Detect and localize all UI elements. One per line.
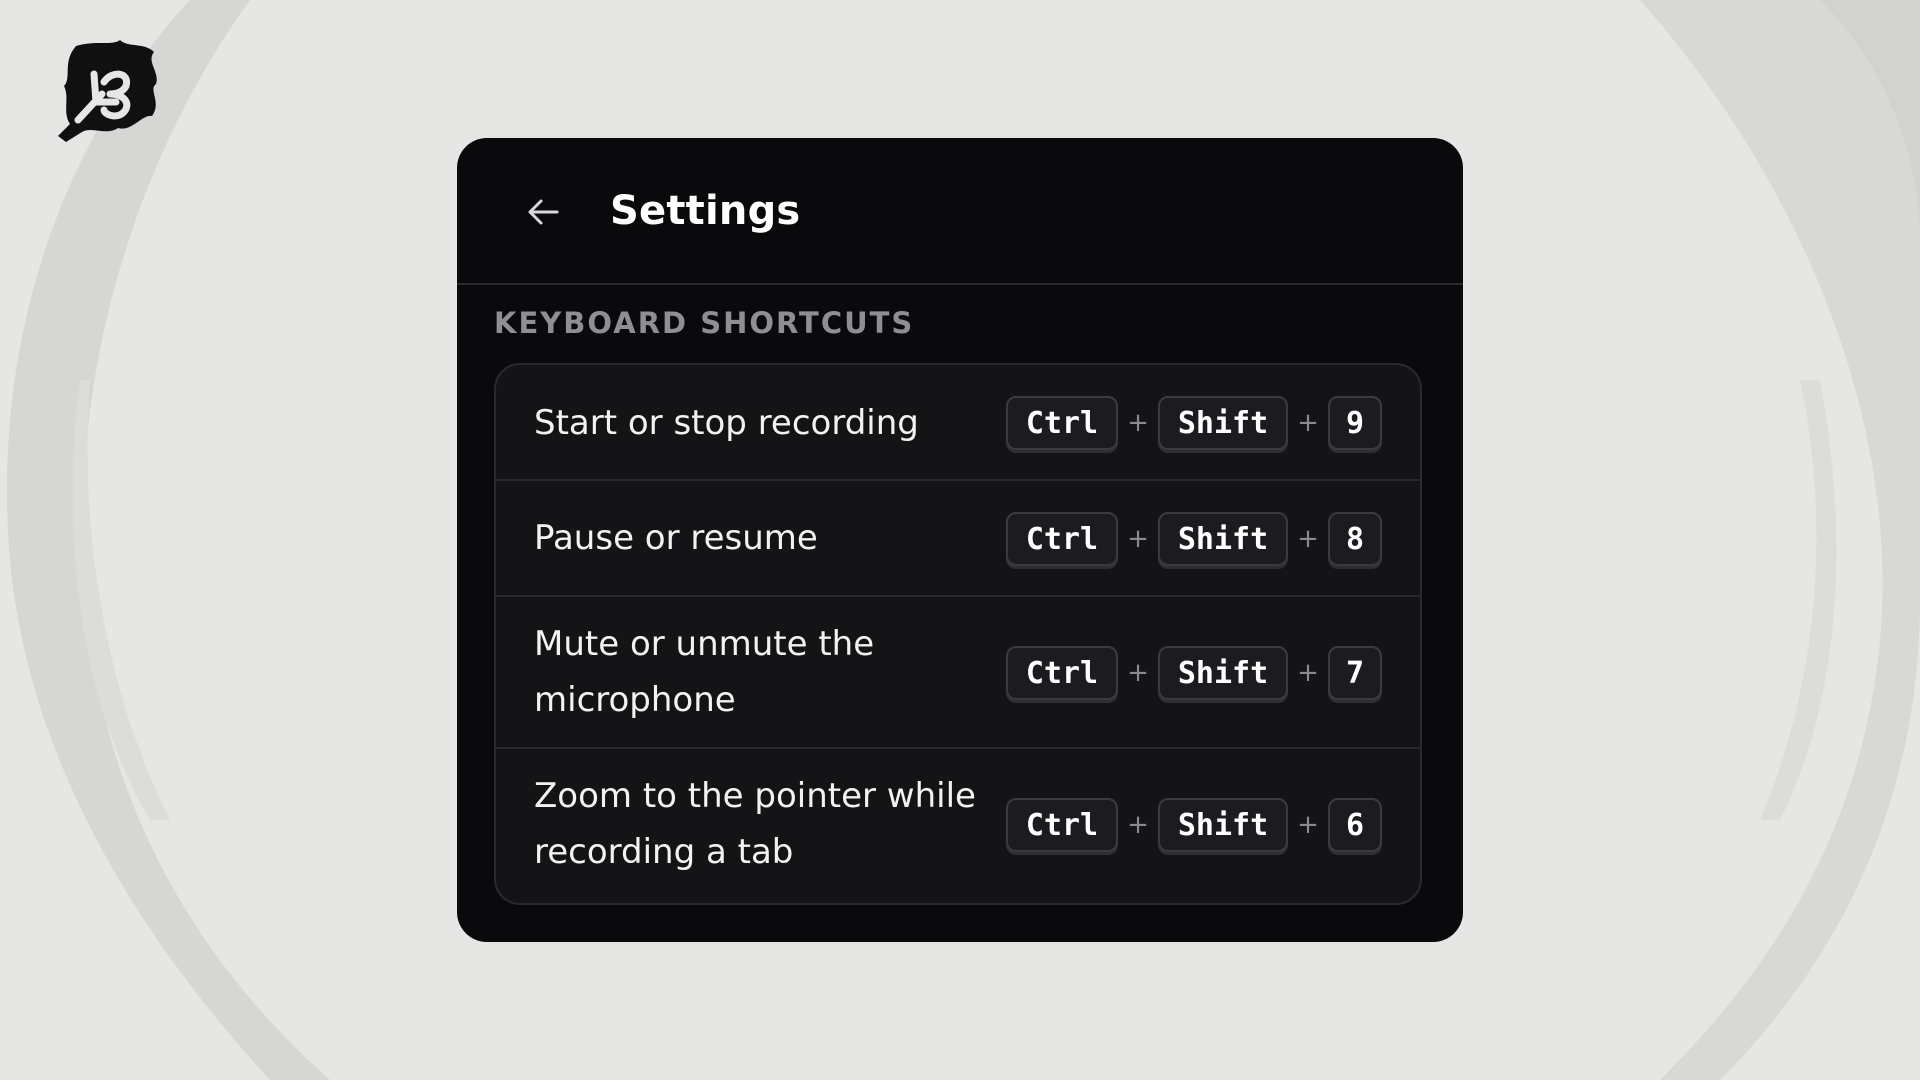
key-ctrl: Ctrl (1006, 512, 1118, 566)
key-separator: + (1297, 658, 1319, 688)
leaf-logo-icon (58, 40, 157, 142)
key-separator: + (1127, 524, 1149, 554)
key-combo[interactable]: Ctrl + Shift + 9 (1006, 393, 1396, 453)
shortcut-row: Zoom to the pointer while recording a ta… (496, 749, 1420, 903)
key-shift: Shift (1158, 646, 1288, 700)
shortcut-label: Zoom to the pointer while recording a ta… (534, 776, 976, 872)
key-digit: 9 (1328, 396, 1382, 450)
key-digit: 6 (1328, 798, 1382, 852)
arrow-left-icon (528, 199, 559, 225)
key-shift: Shift (1158, 798, 1288, 852)
key-combo[interactable]: Ctrl + Shift + 8 (1006, 509, 1396, 569)
key-separator: + (1297, 408, 1319, 438)
section-heading: KEYBOARD SHORTCUTS (494, 306, 915, 340)
page-title: Settings (610, 188, 801, 234)
shortcut-label: Pause or resume (534, 518, 818, 558)
key-ctrl: Ctrl (1006, 396, 1118, 450)
key-separator: + (1127, 810, 1149, 840)
settings-panel: Settings KEYBOARD SHORTCUTS Start or sto… (457, 138, 1463, 942)
key-separator: + (1127, 658, 1149, 688)
key-shift: Shift (1158, 396, 1288, 450)
key-ctrl: Ctrl (1006, 646, 1118, 700)
key-separator: + (1127, 408, 1149, 438)
key-ctrl: Ctrl (1006, 798, 1118, 852)
key-digit: 7 (1328, 646, 1382, 700)
key-separator: + (1297, 524, 1319, 554)
shortcut-row: Mute or unmute the microphone Ctrl + Shi… (496, 597, 1420, 749)
shortcut-label: Mute or unmute the microphone (534, 624, 875, 720)
key-separator: + (1297, 810, 1319, 840)
key-combo[interactable]: Ctrl + Shift + 7 (1006, 643, 1396, 703)
key-shift: Shift (1158, 512, 1288, 566)
settings-header: Settings (457, 138, 1463, 285)
key-digit: 8 (1328, 512, 1382, 566)
shortcut-row: Start or stop recording Ctrl + Shift + 9 (496, 365, 1420, 481)
back-button[interactable] (513, 182, 573, 242)
shortcut-list: Start or stop recording Ctrl + Shift + 9… (494, 363, 1422, 905)
key-combo[interactable]: Ctrl + Shift + 6 (1006, 795, 1396, 855)
shortcut-row: Pause or resume Ctrl + Shift + 8 (496, 481, 1420, 597)
shortcut-label: Start or stop recording (534, 403, 919, 443)
